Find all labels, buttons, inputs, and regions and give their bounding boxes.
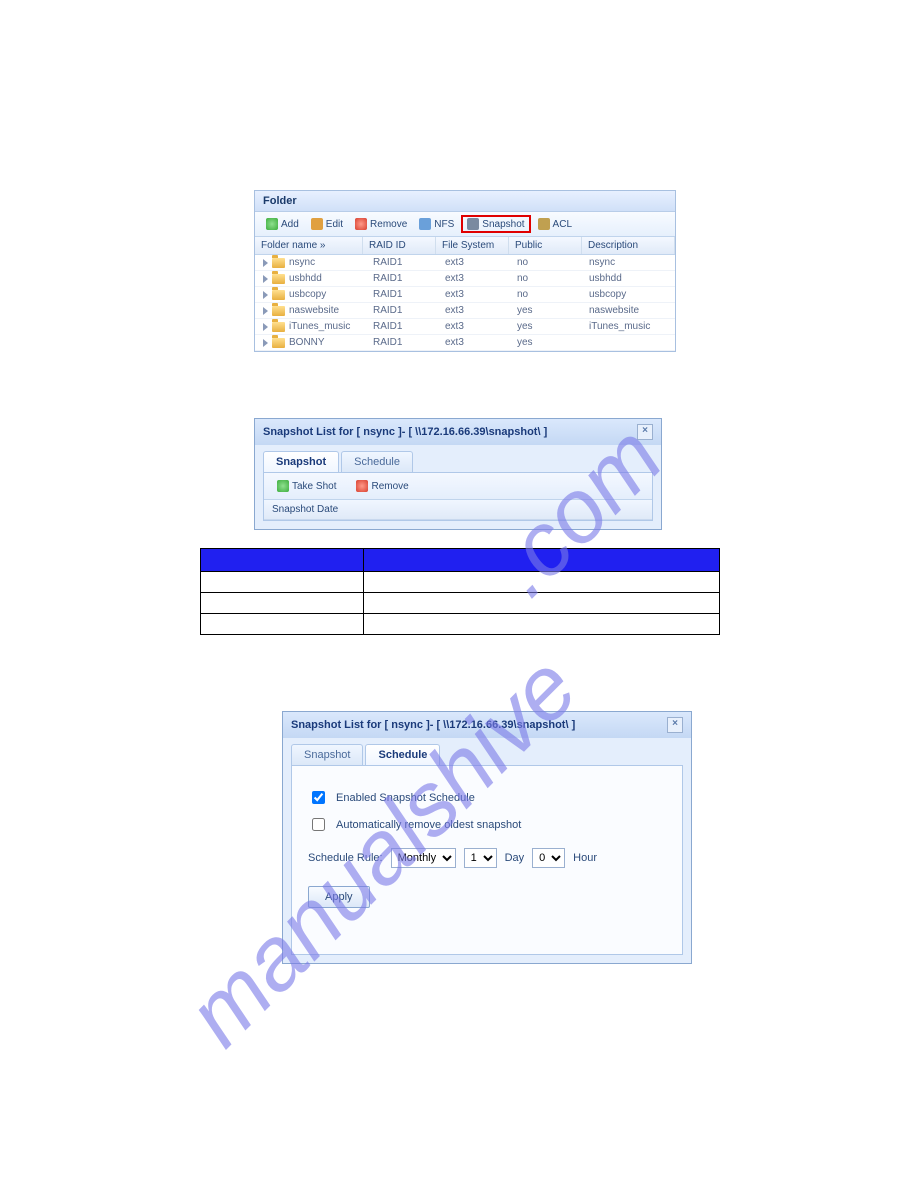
frequency-select[interactable]: Monthly (391, 848, 456, 868)
tab-schedule[interactable]: Schedule (341, 451, 413, 472)
enable-schedule-label: Enabled Snapshot Schedule (336, 792, 475, 804)
table (200, 548, 720, 635)
snapshot-icon (467, 218, 479, 230)
close-icon[interactable]: × (667, 717, 683, 733)
add-button[interactable]: Add (261, 216, 304, 232)
table-row[interactable]: BONNYRAID1ext3yes (255, 335, 675, 351)
table-header (201, 549, 364, 572)
tab-snapshot[interactable]: Snapshot (291, 744, 363, 765)
apply-row: Apply (308, 886, 666, 908)
auto-remove-label: Automatically remove oldest snapshot (336, 819, 521, 831)
folder-panel: Folder Add Edit Remove NFS Snapshot ACL … (254, 190, 676, 352)
acl-button[interactable]: ACL (533, 216, 577, 232)
dialog-tabs: Snapshot Schedule (255, 445, 661, 472)
dialog-title: Snapshot List for [ nsync ]- [ \\172.16.… (255, 419, 661, 445)
close-icon[interactable]: × (637, 424, 653, 440)
schedule-rule-row: Schedule Rule: Monthly 1 Day 0 Hour (308, 848, 666, 868)
day-select[interactable]: 1 (464, 848, 497, 868)
folder-grid-header: Folder name » RAID ID File System Public… (255, 237, 675, 255)
dialog-tabs: Snapshot Schedule (283, 738, 691, 765)
auto-remove-checkbox[interactable] (312, 818, 325, 831)
auto-remove-row: Automatically remove oldest snapshot (308, 815, 666, 834)
schedule-rule-label: Schedule Rule: (308, 852, 383, 864)
folder-panel-title: Folder (255, 191, 675, 212)
remove-shot-button[interactable]: Remove (351, 478, 413, 494)
enable-schedule-checkbox[interactable] (312, 791, 325, 804)
apply-button[interactable]: Apply (308, 886, 370, 908)
table-cell (201, 614, 364, 635)
remove-icon (356, 480, 368, 492)
description-table (200, 548, 720, 635)
take-shot-button[interactable]: Take Shot (272, 478, 341, 494)
remove-icon (355, 218, 367, 230)
nfs-button[interactable]: NFS (414, 216, 459, 232)
edit-button[interactable]: Edit (306, 216, 348, 232)
table-row[interactable]: nsyncRAID1ext3nonsync (255, 255, 675, 271)
remove-button[interactable]: Remove (350, 216, 412, 232)
hour-select[interactable]: 0 (532, 848, 565, 868)
snapshot-dialog: Snapshot List for [ nsync ]- [ \\172.16.… (254, 418, 662, 530)
table-row[interactable]: naswebsiteRAID1ext3yesnaswebsite (255, 303, 675, 319)
dialog-title: Snapshot List for [ nsync ]- [ \\172.16.… (283, 712, 691, 738)
snapshot-toolbar: Take Shot Remove (264, 473, 652, 500)
table-cell (364, 572, 720, 593)
tab-schedule[interactable]: Schedule (365, 744, 440, 765)
nfs-icon (419, 218, 431, 230)
snapshot-date-column[interactable]: Snapshot Date (264, 500, 652, 520)
table-row[interactable]: usbhddRAID1ext3nousbhdd (255, 271, 675, 287)
folder-grid-body: nsyncRAID1ext3nonsyncusbhddRAID1ext3nous… (255, 255, 675, 351)
add-icon (277, 480, 289, 492)
snapshot-tab-body: Take Shot Remove Snapshot Date (263, 472, 653, 521)
acl-icon (538, 218, 550, 230)
hour-label: Hour (573, 852, 597, 864)
add-icon (266, 218, 278, 230)
table-cell (364, 593, 720, 614)
tab-snapshot[interactable]: Snapshot (263, 451, 339, 472)
table-cell (201, 572, 364, 593)
snapshot-button[interactable]: Snapshot (461, 215, 530, 233)
table-header (364, 549, 720, 572)
enable-schedule-row: Enabled Snapshot Schedule (308, 788, 666, 807)
table-row[interactable]: iTunes_musicRAID1ext3yesiTunes_music (255, 319, 675, 335)
folder-toolbar: Add Edit Remove NFS Snapshot ACL (255, 212, 675, 237)
edit-icon (311, 218, 323, 230)
schedule-dialog: Snapshot List for [ nsync ]- [ \\172.16.… (282, 711, 692, 964)
table-cell (201, 593, 364, 614)
table-cell (364, 614, 720, 635)
table-row[interactable]: usbcopyRAID1ext3nousbcopy (255, 287, 675, 303)
schedule-tab-body: Enabled Snapshot Schedule Automatically … (291, 765, 683, 955)
day-label: Day (505, 852, 525, 864)
